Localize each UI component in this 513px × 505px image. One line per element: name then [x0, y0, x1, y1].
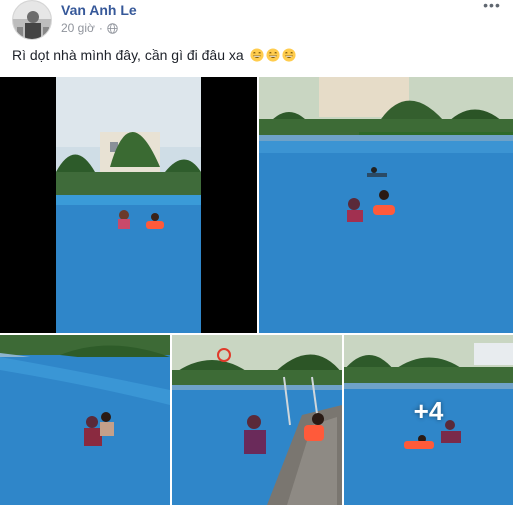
photo-3[interactable]	[0, 335, 170, 505]
globe-icon[interactable]	[107, 22, 118, 34]
photo-4[interactable]	[172, 335, 342, 505]
post-text-content: Rì dọt nhà mình đây, cần gì đi đâu xa	[12, 47, 244, 63]
grinning-face-emoji-icon	[266, 48, 280, 62]
photo-4-image	[172, 335, 342, 505]
author-name[interactable]: Van Anh Le	[61, 2, 137, 18]
timestamp[interactable]: 20 giờ	[61, 21, 95, 35]
post-header: Van Anh Le 20 giờ · •••	[0, 0, 513, 42]
grinning-face-emoji-icon	[250, 48, 264, 62]
post-text: Rì dọt nhà mình đây, cần gì đi đâu xa	[12, 47, 296, 63]
avatar-image	[13, 1, 51, 39]
photo-2-image	[259, 77, 513, 333]
grinning-face-emoji-icon	[282, 48, 296, 62]
photo-1[interactable]	[0, 77, 257, 333]
more-options-button[interactable]: •••	[483, 0, 501, 16]
photo-5[interactable]: +4	[344, 335, 513, 505]
post-meta: 20 giờ ·	[61, 21, 118, 35]
photo-grid: +4	[0, 77, 513, 505]
avatar[interactable]	[12, 0, 52, 40]
more-photos-count[interactable]: +4	[344, 335, 513, 505]
photo-3-image	[0, 335, 170, 505]
photo-2[interactable]	[259, 77, 513, 333]
photo-1-image	[0, 77, 257, 333]
